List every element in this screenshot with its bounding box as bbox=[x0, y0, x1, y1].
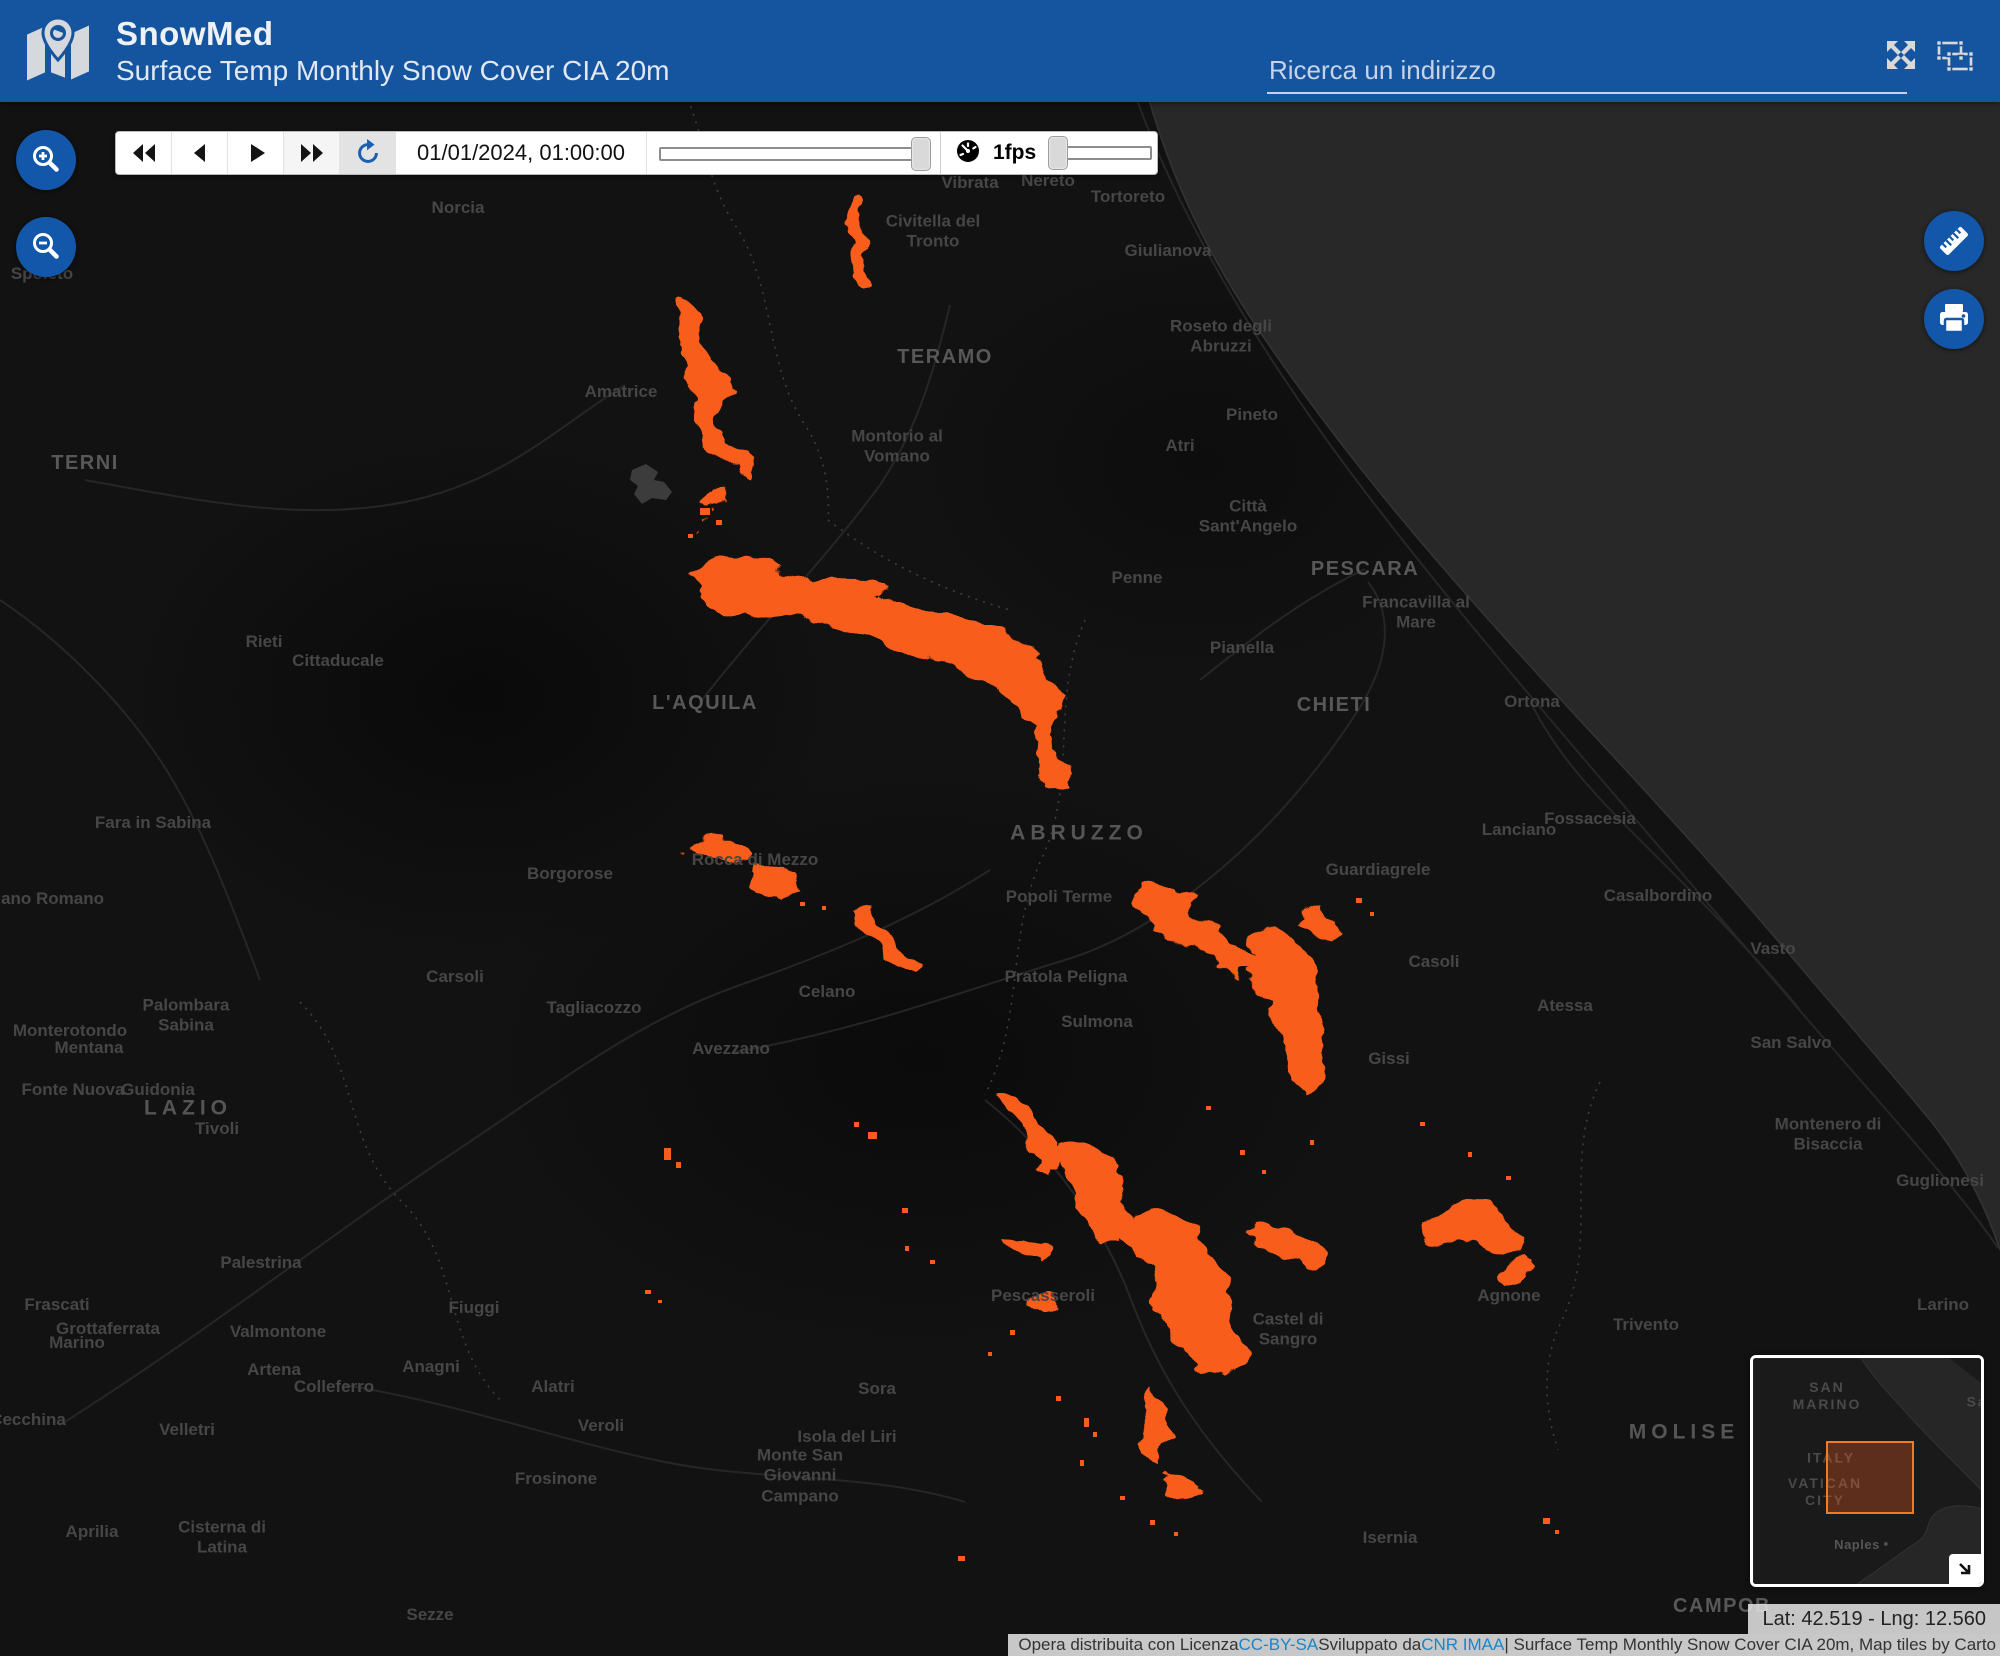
license-link[interactable]: CC-BY-SA bbox=[1239, 1635, 1319, 1655]
play-button[interactable] bbox=[228, 132, 284, 174]
sea-layer bbox=[1127, 0, 2000, 1251]
app-header: SnowMed Surface Temp Monthly Snow Cover … bbox=[0, 0, 2000, 102]
print-button[interactable] bbox=[1924, 289, 1984, 349]
fps-label: 1fps bbox=[993, 141, 1037, 164]
lake-campotosto bbox=[630, 464, 672, 504]
playback-toolbar: 01/01/2024, 01:00:00 1fps bbox=[115, 131, 1158, 175]
search-input[interactable] bbox=[1267, 51, 1907, 94]
attribution-text: Sviluppato da bbox=[1318, 1635, 1422, 1654]
snow-speckles bbox=[645, 508, 1559, 1561]
measure-button[interactable] bbox=[1924, 211, 1984, 271]
printer-icon bbox=[1940, 304, 1968, 334]
app-window: SpoletoNorciaTERNIRietiCittaducaleAmatri… bbox=[0, 0, 2000, 1656]
fps-slider-track[interactable] bbox=[1056, 146, 1153, 160]
step-back-icon bbox=[193, 144, 205, 162]
attribution-text: Opera distribuita con Licenza bbox=[1018, 1635, 1239, 1654]
fast-forward-button[interactable] bbox=[284, 132, 340, 174]
speed-gauge-icon bbox=[955, 138, 981, 169]
refresh-button[interactable] bbox=[340, 132, 396, 174]
app-title: SnowMed bbox=[116, 15, 274, 52]
refresh-icon bbox=[357, 138, 378, 163]
map-layers bbox=[0, 0, 2000, 1561]
zoom-in-button[interactable] bbox=[16, 130, 76, 190]
zoom-out-icon bbox=[33, 233, 59, 259]
rewind-icon bbox=[132, 144, 155, 162]
time-slider-track[interactable] bbox=[659, 147, 924, 161]
time-slider-thumb[interactable] bbox=[911, 137, 931, 171]
attribution-bar: Opera distribuita con Licenza CC-BY-SA S… bbox=[1008, 1634, 2000, 1656]
fast-forward-icon bbox=[300, 144, 323, 162]
map-canvas[interactable]: SpoletoNorciaTERNIRietiCittaducaleAmatri… bbox=[0, 0, 2000, 1656]
ruler-icon bbox=[1939, 226, 1969, 256]
title-block: SnowMed Surface Temp Monthly Snow Cover … bbox=[116, 15, 670, 87]
fps-slider[interactable] bbox=[1048, 131, 1154, 175]
minimap-viewport-rect[interactable] bbox=[1826, 1441, 1914, 1514]
minimap[interactable]: SAN MARINOITALYVATICAN CITYNaples▪Sa bbox=[1750, 1355, 1984, 1587]
object-group-icon[interactable] bbox=[1934, 38, 1976, 79]
cnr-imaa-link[interactable]: CNR IMAA bbox=[1421, 1635, 1504, 1655]
play-icon bbox=[250, 144, 265, 162]
datetime-display: 01/01/2024, 01:00:00 bbox=[417, 140, 625, 165]
expand-arrows-icon[interactable] bbox=[1884, 38, 1918, 79]
fps-control: 1fps bbox=[941, 132, 1157, 174]
fps-slider-thumb[interactable] bbox=[1048, 136, 1069, 170]
zoom-in-icon bbox=[33, 146, 59, 172]
header-icons bbox=[1884, 38, 1976, 79]
cursor-coordinates: Lat: 42.519 - Lng: 12.560 bbox=[1748, 1604, 2000, 1634]
zoom-out-button[interactable] bbox=[16, 217, 76, 277]
attribution-text: | Surface Temp Monthly Snow Cover CIA 20… bbox=[1504, 1635, 1996, 1654]
time-slider[interactable] bbox=[646, 132, 941, 174]
step-back-button[interactable] bbox=[172, 132, 228, 174]
minimap-toggle-button[interactable] bbox=[1949, 1554, 1981, 1584]
collapse-arrow-icon bbox=[1959, 1563, 1971, 1575]
map-marked-icon bbox=[22, 15, 94, 87]
rewind-button[interactable] bbox=[116, 132, 172, 174]
layer-subtitle: Surface Temp Monthly Snow Cover CIA 20m bbox=[116, 55, 670, 86]
address-search bbox=[1267, 51, 1907, 94]
